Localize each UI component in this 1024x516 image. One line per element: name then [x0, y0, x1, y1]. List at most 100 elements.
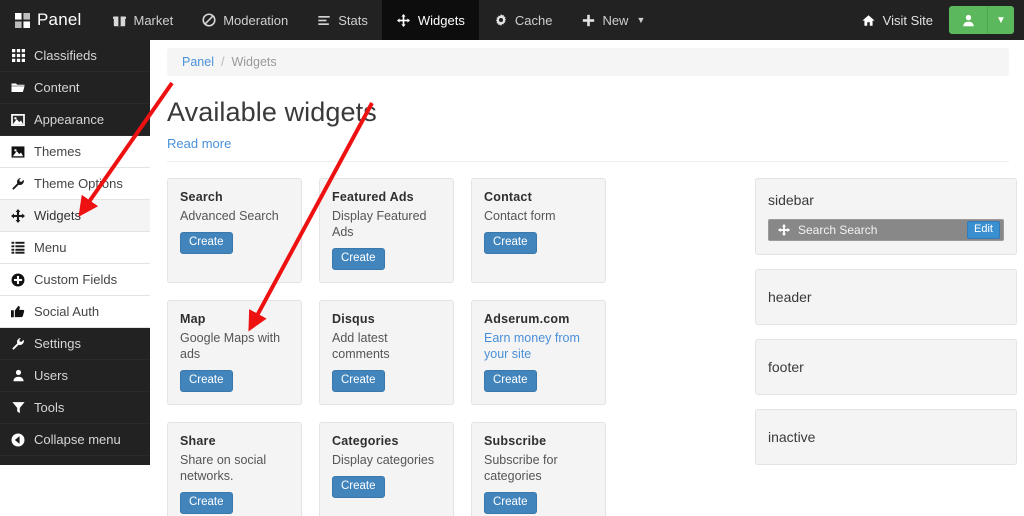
brand-logo[interactable]: Panel [0, 0, 97, 40]
sidebar-item-custom-fields[interactable]: Custom Fields [0, 264, 150, 296]
widget-card-title: Adserum.com [484, 312, 570, 326]
sidebar-item-social-auth[interactable]: Social Auth [0, 296, 150, 328]
create-button[interactable]: Create [484, 370, 537, 392]
edit-button[interactable]: Edit [967, 221, 1000, 239]
bars-icon [316, 14, 332, 27]
create-button[interactable]: Create [484, 232, 537, 254]
sidebar-item-widgets[interactable]: Widgets [0, 200, 150, 232]
widget-card-title: Search [180, 190, 223, 204]
arrows-icon [10, 208, 26, 223]
widget-card-title: Map [180, 312, 206, 326]
chevron-down-icon: ▼ [996, 14, 1006, 26]
arrows-icon [396, 13, 412, 27]
sidebar-item-classifieds[interactable]: Classifieds [0, 40, 150, 72]
widget-card-title: Categories [332, 434, 399, 448]
available-widgets-grid: Search Advanced Search Create Featured A… [167, 178, 727, 516]
sidebar-item-label: Collapse menu [34, 432, 121, 447]
widget-card-description: Subscribe for categories [484, 453, 558, 483]
widget-card-search[interactable]: Search Advanced Search Create [167, 178, 302, 283]
user-menu-button[interactable]: ▼ [949, 6, 1014, 34]
topnav-item-cache[interactable]: Cache [479, 0, 567, 40]
wrench-icon [10, 177, 26, 191]
sidebar-item-themes[interactable]: Themes [0, 136, 150, 168]
visit-site-link[interactable]: Visit Site [845, 13, 949, 28]
topnav-item-widgets[interactable]: Widgets [381, 0, 479, 40]
zone-widget-label: Search Search [798, 223, 878, 237]
create-button[interactable]: Create [484, 492, 537, 514]
topnav-item-moderation[interactable]: Moderation [187, 0, 302, 40]
create-button[interactable]: Create [180, 370, 233, 392]
widget-card-title: Subscribe [484, 434, 547, 448]
arrows-icon [776, 224, 792, 236]
topnav-item-market[interactable]: Market [97, 0, 187, 40]
topnav-item-stats[interactable]: Stats [302, 0, 382, 40]
sidebar-item-appearance[interactable]: Appearance [0, 104, 150, 136]
topnav-label: New [602, 12, 629, 28]
top-navbar: Panel Market Moderation Stats Widgets Ca… [0, 0, 1024, 40]
arrow-left-circle-icon [10, 433, 26, 447]
breadcrumb: Panel / Widgets [167, 48, 1009, 76]
sidebar-item-tools[interactable]: Tools [0, 392, 150, 424]
widget-card-share[interactable]: Share Share on social networks. Create [167, 422, 302, 516]
sidebar-item-users[interactable]: Users [0, 360, 150, 392]
wrench-icon [10, 337, 26, 351]
widget-card-categories[interactable]: Categories Display categories Create [319, 422, 454, 516]
sidebar-item-collapse-menu[interactable]: Collapse menu [0, 424, 150, 456]
top-nav-list: Market Moderation Stats Widgets Cache Ne… [97, 0, 659, 40]
list-icon [10, 241, 26, 254]
content-columns: Search Advanced Search Create Featured A… [150, 162, 1024, 516]
folder-icon [10, 81, 26, 94]
create-button[interactable]: Create [332, 248, 385, 270]
topnav-item-new[interactable]: New ▼ [566, 0, 659, 40]
brand-label: Panel [37, 10, 82, 29]
topnav-label: Stats [338, 12, 368, 28]
create-button[interactable]: Create [180, 232, 233, 254]
topnav-label: Cache [514, 12, 553, 28]
widget-zone-title: header [768, 289, 812, 305]
read-more-link[interactable]: Read more [167, 136, 231, 151]
zone-widget-item[interactable]: Search Search Edit [768, 219, 1004, 241]
widget-card-adserum[interactable]: Adserum.com Earn money from your site Cr… [471, 300, 606, 405]
sidebar-item-label: Theme Options [34, 176, 123, 191]
widget-card-description: Contact form [484, 209, 556, 223]
widget-card-description[interactable]: Earn money from your site [484, 330, 593, 362]
visit-site-label: Visit Site [882, 12, 933, 28]
widget-card-title: Share [180, 434, 216, 448]
topbar-right-group: Visit Site ▼ [845, 0, 1024, 40]
sidebar-item-label: Social Auth [34, 304, 100, 319]
widget-card-map[interactable]: Map Google Maps with ads Create [167, 300, 302, 405]
sidebar-item-menu[interactable]: Menu [0, 232, 150, 264]
widget-card-subscribe[interactable]: Subscribe Subscribe for categories Creat… [471, 422, 606, 516]
filter-icon [10, 401, 26, 414]
widget-card-title: Disqus [332, 312, 375, 326]
gift-icon [111, 14, 127, 27]
sidebar-item-label: Menu [34, 240, 67, 255]
sidebar-item-label: Content [34, 80, 80, 95]
widget-zone-sidebar[interactable]: sidebar Search Search Edit [755, 178, 1017, 255]
plus-icon [580, 14, 596, 27]
create-button[interactable]: Create [332, 476, 385, 498]
sidebar-item-label: Widgets [34, 208, 81, 223]
left-sidebar: Classifieds Content Appearance Themes Th… [0, 40, 150, 465]
breadcrumb-separator: / [220, 55, 225, 69]
sidebar-item-theme-options[interactable]: Theme Options [0, 168, 150, 200]
plus-circle-icon [10, 273, 26, 287]
widget-card-featured-ads[interactable]: Featured Ads Display Featured Ads Create [319, 178, 454, 283]
image-icon [10, 145, 26, 158]
sidebar-item-label: Settings [34, 336, 81, 351]
sidebar-item-settings[interactable]: Settings [0, 328, 150, 360]
widget-card-contact[interactable]: Contact Contact form Create [471, 178, 606, 283]
breadcrumb-root-link[interactable]: Panel [182, 55, 214, 69]
thumbs-up-icon [10, 305, 26, 319]
widget-zone-title: inactive [768, 429, 816, 445]
create-button[interactable]: Create [332, 370, 385, 392]
widget-zone-header[interactable]: header [755, 269, 1017, 325]
widget-card-description: Display Featured Ads [332, 209, 427, 239]
sidebar-item-label: Users [34, 368, 68, 383]
widget-zone-footer[interactable]: footer [755, 339, 1017, 395]
sidebar-item-content[interactable]: Content [0, 72, 150, 104]
create-button[interactable]: Create [180, 492, 233, 514]
widget-card-disqus[interactable]: Disqus Add latest comments Create [319, 300, 454, 405]
page-title: Available widgets [167, 97, 377, 127]
widget-zone-inactive[interactable]: inactive [755, 409, 1017, 465]
